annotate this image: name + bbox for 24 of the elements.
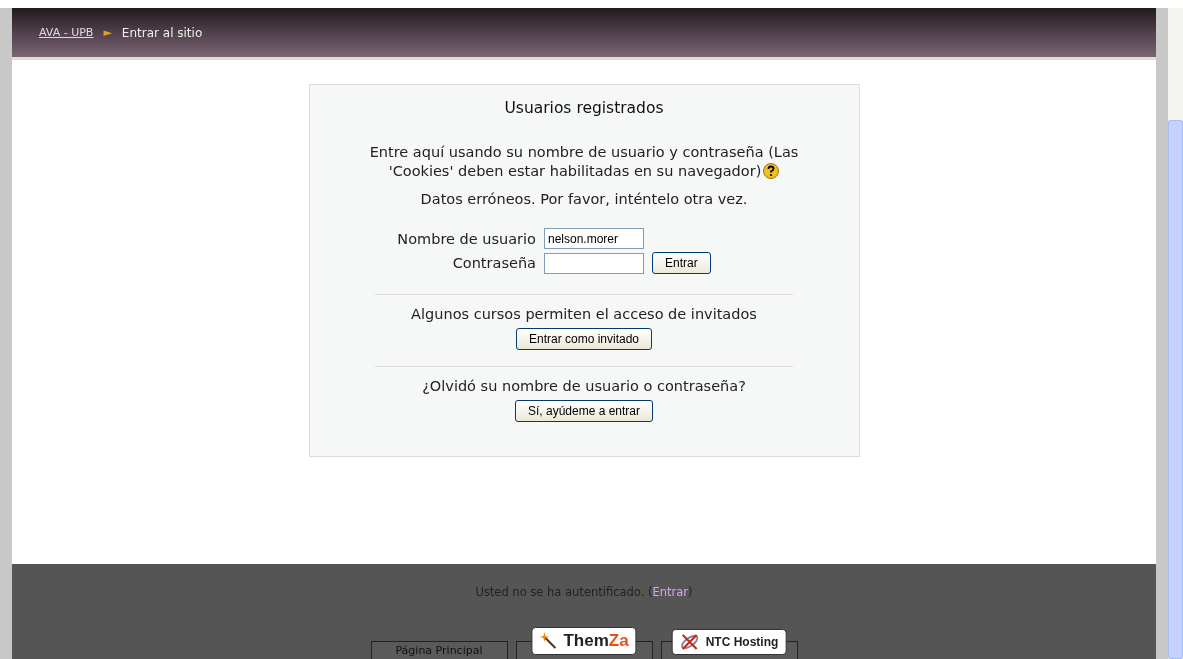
- field-label: Contraseña: [451, 255, 536, 271]
- field-label: Nombre de usuario: [397, 230, 536, 247]
- login-link[interactable]: Entrar: [652, 585, 689, 599]
- current-page: Entrar al sitio: [121, 25, 203, 40]
- satellite-icon: [679, 633, 700, 651]
- username-field[interactable]: nelson.morer: [543, 228, 644, 249]
- error-message: Datos erróneos. Por favor, inténtelo otra vez.: [419, 190, 749, 209]
- forgot-text: ¿Olvidó su nombre de usuario o contraseña?: [421, 377, 747, 396]
- login-button[interactable]: Entrar: [651, 252, 711, 274]
- panel-title: Usuarios registrados: [504, 99, 664, 117]
- guest-text: Algunos cursos permiten el acceso de invitados: [410, 305, 758, 324]
- help-icon[interactable]: [763, 163, 780, 179]
- logo-text: NTC Hosting: [705, 635, 779, 649]
- help-login-button[interactable]: Sí, ayúdeme a entrar: [514, 400, 654, 422]
- logo-badge[interactable]: NTC Hosting: [671, 629, 787, 655]
- guest-login-button[interactable]: Entrar como invitado: [515, 328, 653, 350]
- scrollbar[interactable]: [1168, 8, 1183, 659]
- home-link[interactable]: AVA - UPB: [39, 26, 94, 39]
- instructions-text: Entre aquí usando su nombre de usuario y contraseña (Las 'Cookies' deben estar habilitadas en su navegador): [368, 143, 800, 181]
- magic-wand-icon: [539, 632, 558, 650]
- password-field[interactable]: [543, 252, 644, 274]
- separator-arrow: ►: [103, 26, 112, 39]
- logo-text: ThemZa: [563, 631, 629, 651]
- logo-badge[interactable]: ThemZa: [531, 627, 637, 655]
